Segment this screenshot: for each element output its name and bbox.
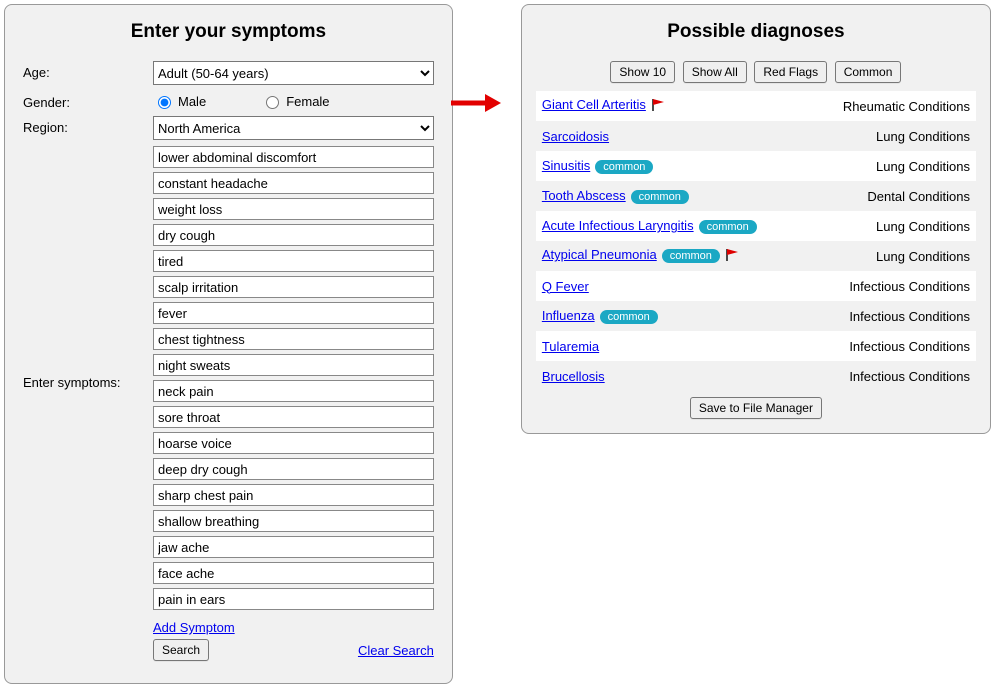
region-select[interactable]: North America bbox=[153, 116, 434, 140]
diagnoses-panel: Possible diagnoses Show 10 Show All Red … bbox=[521, 4, 991, 434]
common-badge: common bbox=[595, 160, 653, 174]
flag-icon bbox=[650, 98, 666, 115]
diagnosis-row: Brucellosis Infectious Conditions bbox=[536, 361, 976, 391]
search-button[interactable]: Search bbox=[153, 639, 209, 661]
symptom-input[interactable] bbox=[153, 146, 434, 168]
show-10-button[interactable]: Show 10 bbox=[610, 61, 675, 83]
symptom-input[interactable] bbox=[153, 510, 434, 532]
common-button[interactable]: Common bbox=[835, 61, 902, 83]
symptom-input[interactable] bbox=[153, 406, 434, 428]
filter-row: Show 10 Show All Red Flags Common bbox=[536, 61, 976, 83]
symptom-input[interactable] bbox=[153, 588, 434, 610]
diagnosis-category: Lung Conditions bbox=[876, 129, 970, 144]
diagnosis-category: Rheumatic Conditions bbox=[843, 99, 970, 114]
diagnosis-row: Tooth Abscess common Dental Conditions bbox=[536, 181, 976, 211]
diagnosis-category: Infectious Conditions bbox=[849, 309, 970, 324]
diagnosis-row: Sinusitis common Lung Conditions bbox=[536, 151, 976, 181]
diagnosis-link[interactable]: Atypical Pneumonia bbox=[542, 247, 657, 262]
diagnosis-category: Infectious Conditions bbox=[849, 279, 970, 294]
diagnosis-row: Acute Infectious Laryngitis common Lung Co… bbox=[536, 211, 976, 241]
flag-icon bbox=[724, 248, 740, 265]
diagnosis-row: Sarcoidosis Lung Conditions bbox=[536, 121, 976, 151]
symptom-input[interactable] bbox=[153, 172, 434, 194]
arrow-icon bbox=[451, 92, 501, 114]
save-button[interactable]: Save to File Manager bbox=[690, 397, 822, 419]
gender-male-radio[interactable] bbox=[158, 96, 171, 109]
diagnoses-title: Possible diagnoses bbox=[536, 21, 976, 43]
diagnosis-row: Q Fever Infectious Conditions bbox=[536, 271, 976, 301]
symptom-input[interactable] bbox=[153, 328, 434, 350]
symptom-input[interactable] bbox=[153, 302, 434, 324]
common-badge: common bbox=[662, 249, 720, 263]
symptom-input[interactable] bbox=[153, 354, 434, 376]
symptom-input[interactable] bbox=[153, 250, 434, 272]
symptom-input[interactable] bbox=[153, 224, 434, 246]
gender-label: Gender: bbox=[23, 91, 153, 110]
show-all-button[interactable]: Show All bbox=[683, 61, 747, 83]
symptom-input[interactable] bbox=[153, 458, 434, 480]
symptom-input[interactable] bbox=[153, 536, 434, 558]
diagnosis-category: Lung Conditions bbox=[876, 249, 970, 264]
symptom-input[interactable] bbox=[153, 484, 434, 506]
symptom-input[interactable] bbox=[153, 380, 434, 402]
diagnosis-link[interactable]: Acute Infectious Laryngitis bbox=[542, 218, 694, 233]
diagnosis-row: Influenza common Infectious Conditions bbox=[536, 301, 976, 331]
gender-male-option[interactable]: Male bbox=[153, 93, 206, 109]
common-badge: common bbox=[699, 220, 757, 234]
common-badge: common bbox=[600, 310, 658, 324]
age-label: Age: bbox=[23, 61, 153, 80]
red-flags-button[interactable]: Red Flags bbox=[754, 61, 827, 83]
diagnosis-link[interactable]: Tularemia bbox=[542, 339, 599, 354]
diagnosis-category: Infectious Conditions bbox=[849, 369, 970, 384]
symptoms-label: Enter symptoms: bbox=[23, 371, 153, 390]
diagnosis-row: Atypical Pneumonia common Lung Conditions bbox=[536, 241, 976, 271]
symptom-input[interactable] bbox=[153, 276, 434, 298]
symptom-input[interactable] bbox=[153, 562, 434, 584]
diagnosis-link[interactable]: Tooth Abscess bbox=[542, 188, 626, 203]
diagnosis-link[interactable]: Influenza bbox=[542, 308, 595, 323]
diagnosis-row: Giant Cell Arteritis Rheumatic Conditions bbox=[536, 91, 976, 121]
diagnosis-link[interactable]: Sarcoidosis bbox=[542, 129, 609, 144]
age-select[interactable]: Adult (50-64 years) bbox=[153, 61, 434, 85]
diagnosis-link[interactable]: Giant Cell Arteritis bbox=[542, 97, 646, 112]
symptom-input[interactable] bbox=[153, 432, 434, 454]
clear-search-link[interactable]: Clear Search bbox=[358, 643, 434, 658]
diagnosis-category: Dental Conditions bbox=[867, 189, 970, 204]
gender-female-option[interactable]: Female bbox=[261, 93, 329, 109]
diagnosis-category: Lung Conditions bbox=[876, 219, 970, 234]
region-label: Region: bbox=[23, 116, 153, 135]
diagnosis-link[interactable]: Sinusitis bbox=[542, 158, 590, 173]
symptoms-panel: Enter your symptoms Age: Adult (50-64 ye… bbox=[4, 4, 453, 684]
add-symptom-link[interactable]: Add Symptom bbox=[153, 620, 235, 635]
diagnosis-list: Giant Cell Arteritis Rheumatic Conditions… bbox=[536, 91, 976, 391]
diagnosis-row: Tularemia Infectious Conditions bbox=[536, 331, 976, 361]
common-badge: common bbox=[631, 190, 689, 204]
symptom-list bbox=[153, 146, 434, 614]
symptom-input[interactable] bbox=[153, 198, 434, 220]
diagnosis-link[interactable]: Q Fever bbox=[542, 279, 589, 294]
gender-female-radio[interactable] bbox=[266, 96, 279, 109]
diagnosis-category: Lung Conditions bbox=[876, 159, 970, 174]
diagnosis-category: Infectious Conditions bbox=[849, 339, 970, 354]
diagnosis-link[interactable]: Brucellosis bbox=[542, 369, 605, 384]
symptoms-title: Enter your symptoms bbox=[23, 21, 434, 43]
